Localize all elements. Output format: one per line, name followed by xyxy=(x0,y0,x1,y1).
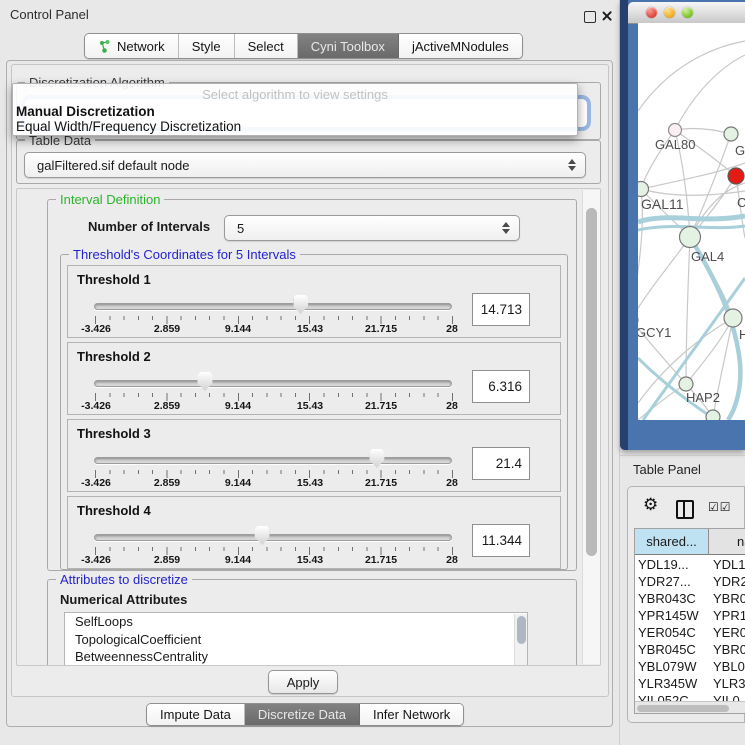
numerical-attributes-label: Numerical Attributes xyxy=(60,592,187,607)
table-panel-titlebar: Table Panel xyxy=(620,455,745,482)
top-tab-bar: Network Style Select Cyni Toolbox jActiv… xyxy=(84,33,523,59)
table-row[interactable]: YER054CYER0 xyxy=(635,624,745,641)
threshold-value-field[interactable]: 6.316 xyxy=(472,370,530,403)
table-row[interactable]: YBL079WYBL0 xyxy=(635,658,745,675)
tab-select[interactable]: Select xyxy=(235,34,298,58)
thresholds-group: Threshold's Coordinates for 5 Intervals … xyxy=(60,254,568,570)
tab-discretize-data[interactable]: Discretize Data xyxy=(245,704,360,725)
threshold-value-field[interactable]: 14.713 xyxy=(472,293,530,326)
table-row[interactable]: YDR27...YDR2 xyxy=(635,573,745,590)
table-row[interactable]: YBR043CYBR0 xyxy=(635,590,745,607)
tab-label: Select xyxy=(248,39,284,54)
column-header-shared[interactable]: shared... xyxy=(635,529,709,555)
screen: Control Panel Network Style Select Cyni … xyxy=(0,0,745,745)
node-gal11[interactable] xyxy=(638,182,649,197)
threshold-1-panel: Threshold 1 -3.426 2.859 9.144 15.43 21.… xyxy=(67,265,561,338)
tab-label: Cyni Toolbox xyxy=(311,39,385,54)
zoom-traffic-light-icon[interactable] xyxy=(682,7,693,18)
control-panel-window: Control Panel Network Style Select Cyni … xyxy=(0,0,620,745)
table-row[interactable]: YDL19...YDL1 xyxy=(635,556,745,573)
tab-style[interactable]: Style xyxy=(179,34,235,58)
split-columns-icon[interactable] xyxy=(676,500,694,519)
table-panel-title: Table Panel xyxy=(633,462,701,477)
checkbox-columns-icon[interactable]: ☑☑ xyxy=(708,500,732,514)
attributes-group: Attributes to discretize Numerical Attri… xyxy=(47,579,577,666)
node-hap2[interactable] xyxy=(679,377,693,391)
interval-definition-group: Interval Definition Number of Intervals … xyxy=(47,199,577,571)
node-g[interactable] xyxy=(724,127,738,141)
list-item[interactable]: SelfLoops xyxy=(65,613,527,631)
tab-infer-network[interactable]: Infer Network xyxy=(360,704,463,725)
scrollbar-thumb[interactable] xyxy=(637,705,729,712)
tab-label: jActiveMNodules xyxy=(412,39,509,54)
tab-label: Style xyxy=(192,39,221,54)
horizontal-scrollbar[interactable] xyxy=(635,701,745,714)
group-title: Threshold's Coordinates for 5 Intervals xyxy=(69,247,300,262)
tab-label: Impute Data xyxy=(160,707,231,722)
close-traffic-light-icon[interactable] xyxy=(646,7,657,18)
tab-network[interactable]: Network xyxy=(85,34,179,58)
table-row[interactable]: YLR345WYLR3 xyxy=(635,675,745,692)
scrollbar-track[interactable] xyxy=(582,190,601,664)
table-data-combo[interactable]: galFiltered.sif default node xyxy=(24,152,586,178)
node-partial[interactable] xyxy=(706,410,720,420)
node-h[interactable] xyxy=(724,309,742,327)
attributes-list: SelfLoops TopologicalCoefficient Between… xyxy=(64,612,528,666)
threshold-3-panel: Threshold 3 -3.426 2.859 9.144 15.43 21.… xyxy=(67,419,561,492)
dropdown-option-equal-width[interactable]: Equal Width/Frequency Discretization xyxy=(16,119,241,134)
threshold-value-field[interactable]: 11.344 xyxy=(472,524,530,557)
node-table: shared... na YDL19...YDL1 YDR27...YDR2 Y… xyxy=(634,528,745,714)
num-intervals-spinner[interactable]: 5 xyxy=(224,215,520,241)
window-frame xyxy=(620,0,628,450)
list-item[interactable]: TopologicalCoefficient xyxy=(65,631,527,649)
threshold-4-panel: Threshold 4 -3.426 2.859 9.144 15.43 21.… xyxy=(67,496,561,569)
network-window-titlebar[interactable] xyxy=(628,2,745,24)
group-title: Interval Definition xyxy=(56,192,164,207)
threshold-value-field[interactable]: 21.4 xyxy=(472,447,530,480)
network-view-window: GAL80 G. GAL11 C GAL4 GCY1 H HAP2 xyxy=(620,0,745,450)
table-panel: ⚙ ☑☑ shared... na YDL19...YDL1 YDR27...Y… xyxy=(627,486,745,723)
node-gal80[interactable] xyxy=(669,124,682,137)
node-gal4[interactable] xyxy=(680,227,701,248)
tab-jactivemnodules[interactable]: jActiveMNodules xyxy=(399,34,522,58)
node-red-selected[interactable] xyxy=(728,168,744,184)
list-item[interactable]: BetweennessCentrality xyxy=(65,648,527,666)
close-icon[interactable] xyxy=(601,10,613,22)
gear-icon[interactable]: ⚙ xyxy=(643,497,658,514)
spinner-arrows-icon xyxy=(502,222,510,234)
combo-placeholder: Select algorithm to view settings xyxy=(13,87,577,102)
threshold-2-panel: Threshold 2 -3.426 2.859 9.144 15.43 21.… xyxy=(67,342,561,415)
algorithm-dropdown: Select algorithm to view settings Manual… xyxy=(12,83,578,136)
scrollbar-thumb[interactable] xyxy=(586,208,597,556)
dropdown-option-manual[interactable]: Manual Discretization xyxy=(16,104,155,119)
table-row[interactable]: YBR045CYBR0 xyxy=(635,641,745,658)
list-scrollbar[interactable] xyxy=(514,614,528,666)
table-data-value: galFiltered.sif default node xyxy=(37,158,189,173)
tab-label: Network xyxy=(117,39,165,54)
num-intervals-value: 5 xyxy=(237,221,244,236)
bottom-tab-bar: Impute Data Discretize Data Infer Networ… xyxy=(146,703,464,726)
tab-impute-data[interactable]: Impute Data xyxy=(147,704,245,725)
float-window-icon[interactable] xyxy=(584,11,596,23)
num-intervals-label: Number of Intervals xyxy=(88,219,210,234)
group-title: Attributes to discretize xyxy=(56,572,192,587)
network-canvas[interactable]: GAL80 G. GAL11 C GAL4 GCY1 H HAP2 xyxy=(638,23,745,420)
table-row[interactable]: YPR145WYPR1 xyxy=(635,607,745,624)
network-graph xyxy=(638,23,745,420)
network-icon xyxy=(98,39,111,53)
settings-scroll-area: Interval Definition Number of Intervals … xyxy=(16,188,601,666)
tab-label: Infer Network xyxy=(373,707,450,722)
column-header-name[interactable]: na xyxy=(709,529,745,555)
minimize-traffic-light-icon[interactable] xyxy=(664,7,675,18)
tab-cyni-toolbox[interactable]: Cyni Toolbox xyxy=(298,34,399,58)
apply-button[interactable]: Apply xyxy=(268,670,338,694)
tab-label: Discretize Data xyxy=(258,707,346,722)
window-title: Control Panel xyxy=(10,7,89,22)
combo-arrows-icon xyxy=(568,159,576,171)
